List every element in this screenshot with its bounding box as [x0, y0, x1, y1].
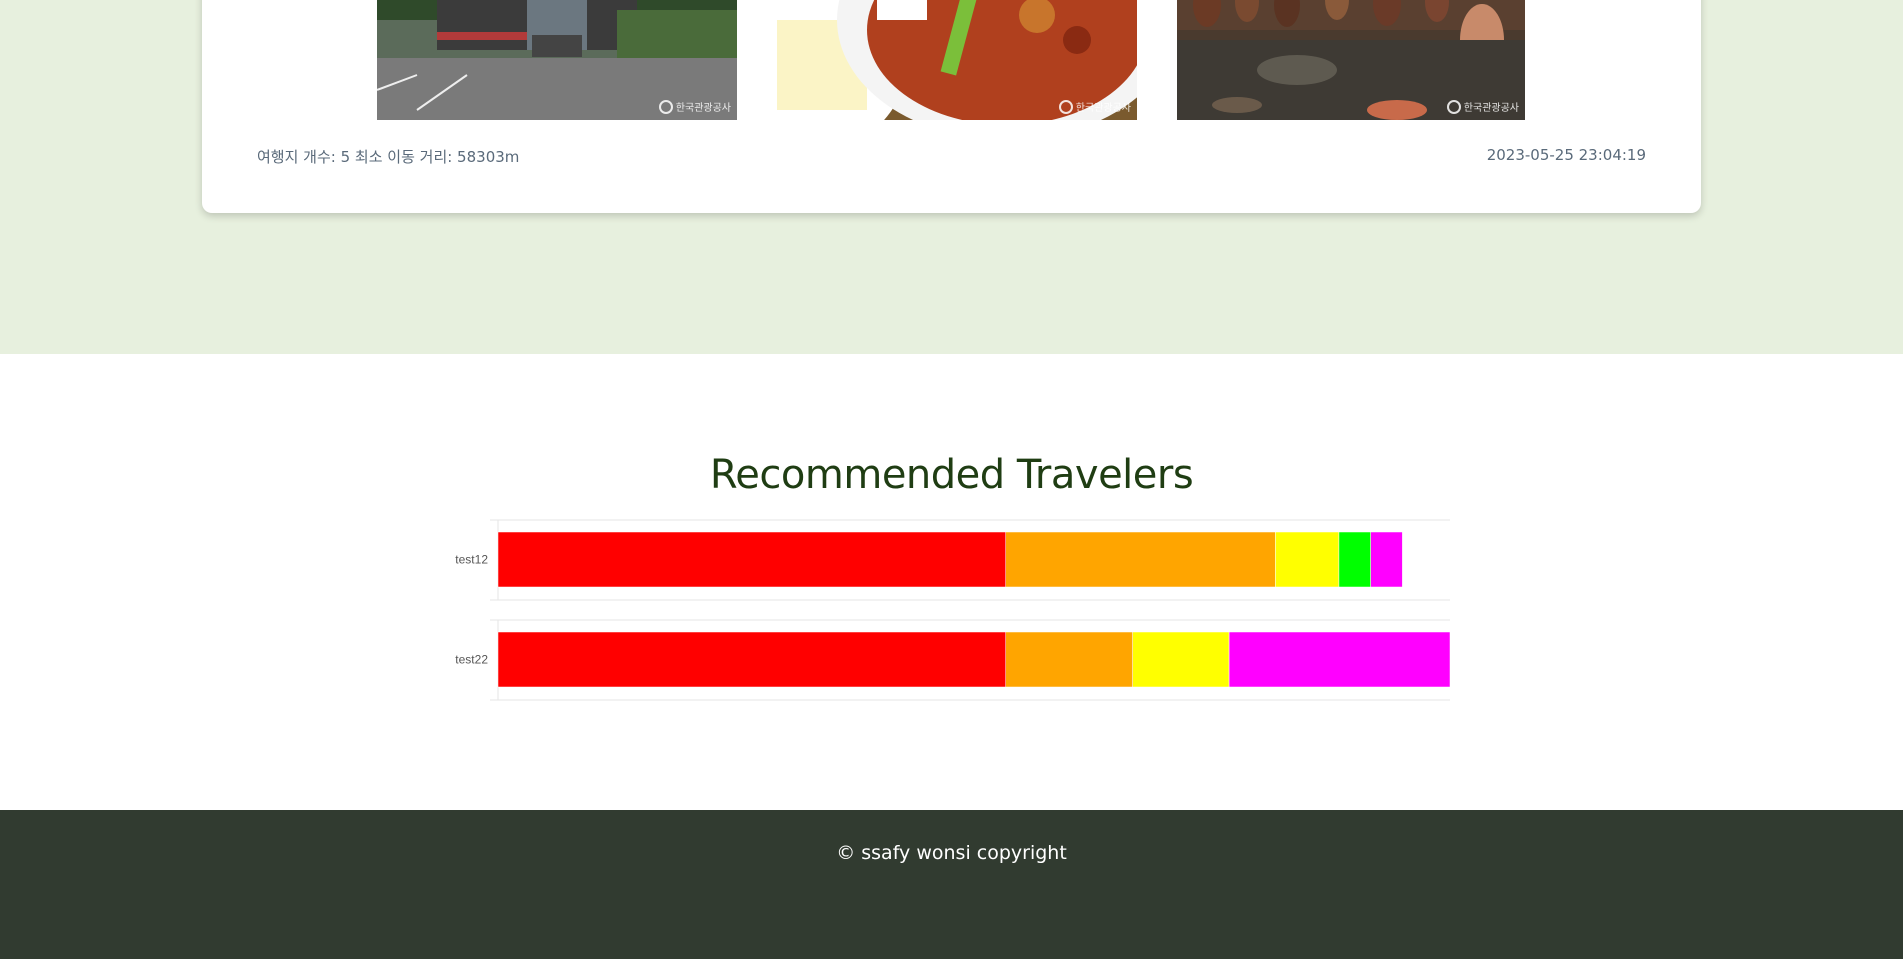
category-label: test12 [455, 553, 488, 567]
photo-watermark: 한국관광공사 [1058, 99, 1131, 114]
recommended-travelers-title: Recommended Travelers [709, 452, 1194, 498]
trip-timestamp: 2023-05-25 23:04:19 [1486, 146, 1646, 164]
watermark-text: 한국관광공사 [1075, 103, 1131, 114]
tourism-logo-icon [1058, 99, 1073, 114]
watermark-text: 한국관광공사 [675, 103, 731, 114]
bar-segment[interactable] [1228, 631, 1451, 688]
bar-segment[interactable] [497, 531, 1006, 588]
footer [0, 810, 1903, 959]
watermark-text: 한국관광공사 [1463, 103, 1519, 114]
bar-segment[interactable] [1338, 531, 1371, 588]
bar-segment[interactable] [1005, 531, 1276, 588]
photo-watermark: 한국관광공사 [658, 99, 731, 114]
bar-segment[interactable] [1132, 631, 1230, 688]
tourism-logo-icon [1446, 99, 1461, 114]
bar-segment[interactable] [1005, 631, 1133, 688]
trip-summary: 여행지 개수: 5 최소 이동 거리: 58303m [257, 148, 520, 166]
place-photo-1[interactable]: 한국관광공사 [377, 0, 737, 120]
traveler-chart: test12 test22 [440, 515, 1460, 705]
place-photo-3[interactable]: 한국관광공사 [1177, 0, 1525, 120]
copyright-text: © ssafy wonsi copyright [836, 842, 1067, 864]
place-photo-2[interactable]: 한국관광공사 [777, 0, 1137, 120]
bar-segment[interactable] [497, 631, 1006, 688]
bar-segment[interactable] [1370, 531, 1403, 588]
photo-watermark: 한국관광공사 [1446, 99, 1519, 114]
trip-card[interactable]: 한국관광공사 한국관광공사 한국관광공사 여행지 개수: 5 최소 이동 거리:… [202, 0, 1701, 213]
category-label: test22 [455, 653, 488, 667]
stacked-bar-chart: test12 test22 [455, 519, 1451, 701]
tourism-logo-icon [658, 99, 673, 114]
bar-segment[interactable] [1275, 531, 1340, 588]
